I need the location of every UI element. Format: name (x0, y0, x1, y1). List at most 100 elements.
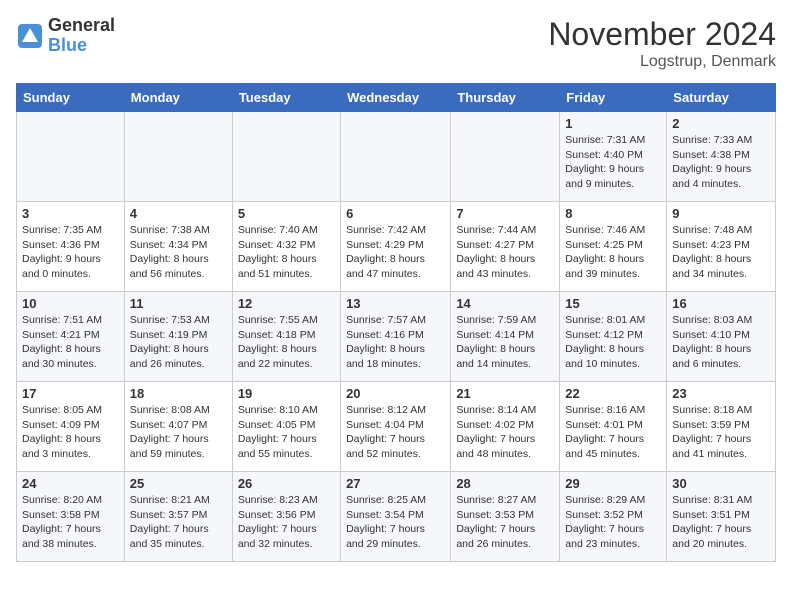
location: Logstrup, Denmark (548, 53, 776, 71)
day-number: 12 (238, 296, 335, 311)
day-number: 20 (346, 386, 445, 401)
day-info: Sunrise: 7:46 AM Sunset: 4:25 PM Dayligh… (565, 223, 661, 282)
day-number: 14 (456, 296, 554, 311)
calendar-cell: 18 Sunrise: 8:08 AM Sunset: 4:07 PM Dayli… (124, 382, 232, 472)
calendar-cell: 8 Sunrise: 7:46 AM Sunset: 4:25 PM Daylig… (560, 202, 667, 292)
logo-icon (16, 22, 44, 50)
day-number: 24 (22, 476, 119, 491)
header-day: Tuesday (232, 84, 340, 112)
page-header: General Blue November 2024 Logstrup, Den… (16, 16, 776, 71)
calendar-cell (124, 112, 232, 202)
day-number: 26 (238, 476, 335, 491)
day-number: 29 (565, 476, 661, 491)
header-day: Wednesday (341, 84, 451, 112)
day-number: 10 (22, 296, 119, 311)
day-info: Sunrise: 7:31 AM Sunset: 4:40 PM Dayligh… (565, 133, 661, 192)
day-number: 5 (238, 206, 335, 221)
calendar-cell: 29 Sunrise: 8:29 AM Sunset: 3:52 PM Dayli… (560, 472, 667, 562)
calendar-week: 10 Sunrise: 7:51 AM Sunset: 4:21 PM Dayli… (17, 292, 776, 382)
calendar-header: SundayMondayTuesdayWednesdayThursdayFrid… (17, 84, 776, 112)
day-number: 28 (456, 476, 554, 491)
calendar-cell: 21 Sunrise: 8:14 AM Sunset: 4:02 PM Dayli… (451, 382, 560, 472)
day-info: Sunrise: 7:35 AM Sunset: 4:36 PM Dayligh… (22, 223, 119, 282)
day-info: Sunrise: 8:12 AM Sunset: 4:04 PM Dayligh… (346, 403, 445, 462)
day-info: Sunrise: 8:01 AM Sunset: 4:12 PM Dayligh… (565, 313, 661, 372)
day-info: Sunrise: 8:14 AM Sunset: 4:02 PM Dayligh… (456, 403, 554, 462)
day-number: 22 (565, 386, 661, 401)
calendar-cell: 9 Sunrise: 7:48 AM Sunset: 4:23 PM Daylig… (667, 202, 776, 292)
calendar-cell: 26Sunrise: 8:23 AM Sunset: 3:56 PM Dayli… (232, 472, 340, 562)
day-number: 9 (672, 206, 770, 221)
header-day: Monday (124, 84, 232, 112)
header-day: Saturday (667, 84, 776, 112)
calendar-cell: 20 Sunrise: 8:12 AM Sunset: 4:04 PM Dayli… (341, 382, 451, 472)
calendar-cell: 23 Sunrise: 8:18 AM Sunset: 3:59 PM Dayli… (667, 382, 776, 472)
calendar-cell: 27Sunrise: 8:25 AM Sunset: 3:54 PM Dayli… (341, 472, 451, 562)
day-info: Sunrise: 7:42 AM Sunset: 4:29 PM Dayligh… (346, 223, 445, 282)
day-info: Sunrise: 7:51 AM Sunset: 4:21 PM Dayligh… (22, 313, 119, 372)
day-number: 3 (22, 206, 119, 221)
logo-text: General Blue (48, 16, 115, 56)
title-area: November 2024 Logstrup, Denmark (548, 16, 776, 71)
calendar-cell: 4 Sunrise: 7:38 AM Sunset: 4:34 PM Daylig… (124, 202, 232, 292)
calendar-cell: 13 Sunrise: 7:57 AM Sunset: 4:16 PM Dayli… (341, 292, 451, 382)
header-row: SundayMondayTuesdayWednesdayThursdayFrid… (17, 84, 776, 112)
day-number: 30 (672, 476, 770, 491)
day-info: Sunrise: 7:40 AM Sunset: 4:32 PM Dayligh… (238, 223, 335, 282)
calendar-cell: 30Sunrise: 8:31 AM Sunset: 3:51 PM Dayli… (667, 472, 776, 562)
calendar-cell: 24 Sunrise: 8:20 AM Sunset: 3:58 PM Dayli… (17, 472, 125, 562)
day-info: Sunrise: 7:55 AM Sunset: 4:18 PM Dayligh… (238, 313, 335, 372)
day-info: Sunrise: 8:05 AM Sunset: 4:09 PM Dayligh… (22, 403, 119, 462)
calendar-body: 1Sunrise: 7:31 AM Sunset: 4:40 PM Daylig… (17, 112, 776, 562)
calendar-cell: 5 Sunrise: 7:40 AM Sunset: 4:32 PM Daylig… (232, 202, 340, 292)
calendar-cell: 10 Sunrise: 7:51 AM Sunset: 4:21 PM Dayli… (17, 292, 125, 382)
day-number: 2 (672, 116, 770, 131)
day-info: Sunrise: 7:38 AM Sunset: 4:34 PM Dayligh… (130, 223, 227, 282)
calendar-cell (17, 112, 125, 202)
day-info: Sunrise: 8:20 AM Sunset: 3:58 PM Dayligh… (22, 493, 119, 552)
day-number: 21 (456, 386, 554, 401)
calendar-cell: 22Sunrise: 8:16 AM Sunset: 4:01 PM Dayli… (560, 382, 667, 472)
day-number: 23 (672, 386, 770, 401)
calendar-cell: 19 Sunrise: 8:10 AM Sunset: 4:05 PM Dayli… (232, 382, 340, 472)
calendar-cell: 25Sunrise: 8:21 AM Sunset: 3:57 PM Dayli… (124, 472, 232, 562)
logo-blue: Blue (48, 36, 115, 56)
day-number: 18 (130, 386, 227, 401)
day-number: 19 (238, 386, 335, 401)
day-info: Sunrise: 7:57 AM Sunset: 4:16 PM Dayligh… (346, 313, 445, 372)
day-info: Sunrise: 8:18 AM Sunset: 3:59 PM Dayligh… (672, 403, 770, 462)
calendar-cell: 2 Sunrise: 7:33 AM Sunset: 4:38 PM Daylig… (667, 112, 776, 202)
day-number: 8 (565, 206, 661, 221)
calendar-cell: 6Sunrise: 7:42 AM Sunset: 4:29 PM Daylig… (341, 202, 451, 292)
day-number: 17 (22, 386, 119, 401)
calendar-cell: 3 Sunrise: 7:35 AM Sunset: 4:36 PM Daylig… (17, 202, 125, 292)
calendar-cell: 11 Sunrise: 7:53 AM Sunset: 4:19 PM Dayli… (124, 292, 232, 382)
day-number: 11 (130, 296, 227, 311)
day-info: Sunrise: 8:10 AM Sunset: 4:05 PM Dayligh… (238, 403, 335, 462)
day-number: 13 (346, 296, 445, 311)
header-day: Sunday (17, 84, 125, 112)
day-info: Sunrise: 8:29 AM Sunset: 3:52 PM Dayligh… (565, 493, 661, 552)
calendar-week: 17 Sunrise: 8:05 AM Sunset: 4:09 PM Dayli… (17, 382, 776, 472)
calendar-cell (341, 112, 451, 202)
calendar-cell: 1Sunrise: 7:31 AM Sunset: 4:40 PM Daylig… (560, 112, 667, 202)
header-day: Friday (560, 84, 667, 112)
calendar-week: 24 Sunrise: 8:20 AM Sunset: 3:58 PM Dayli… (17, 472, 776, 562)
day-number: 27 (346, 476, 445, 491)
day-info: Sunrise: 8:08 AM Sunset: 4:07 PM Dayligh… (130, 403, 227, 462)
day-info: Sunrise: 7:59 AM Sunset: 4:14 PM Dayligh… (456, 313, 554, 372)
day-info: Sunrise: 8:21 AM Sunset: 3:57 PM Dayligh… (130, 493, 227, 552)
day-number: 4 (130, 206, 227, 221)
calendar-week: 3 Sunrise: 7:35 AM Sunset: 4:36 PM Daylig… (17, 202, 776, 292)
calendar-cell: 15 Sunrise: 8:01 AM Sunset: 4:12 PM Dayli… (560, 292, 667, 382)
day-number: 16 (672, 296, 770, 311)
day-number: 15 (565, 296, 661, 311)
day-info: Sunrise: 7:33 AM Sunset: 4:38 PM Dayligh… (672, 133, 770, 192)
calendar-cell: 17 Sunrise: 8:05 AM Sunset: 4:09 PM Dayli… (17, 382, 125, 472)
day-info: Sunrise: 7:48 AM Sunset: 4:23 PM Dayligh… (672, 223, 770, 282)
day-info: Sunrise: 8:03 AM Sunset: 4:10 PM Dayligh… (672, 313, 770, 372)
logo-general: General (48, 16, 115, 36)
calendar-cell: 14 Sunrise: 7:59 AM Sunset: 4:14 PM Dayli… (451, 292, 560, 382)
day-info: Sunrise: 7:53 AM Sunset: 4:19 PM Dayligh… (130, 313, 227, 372)
logo: General Blue (16, 16, 115, 56)
